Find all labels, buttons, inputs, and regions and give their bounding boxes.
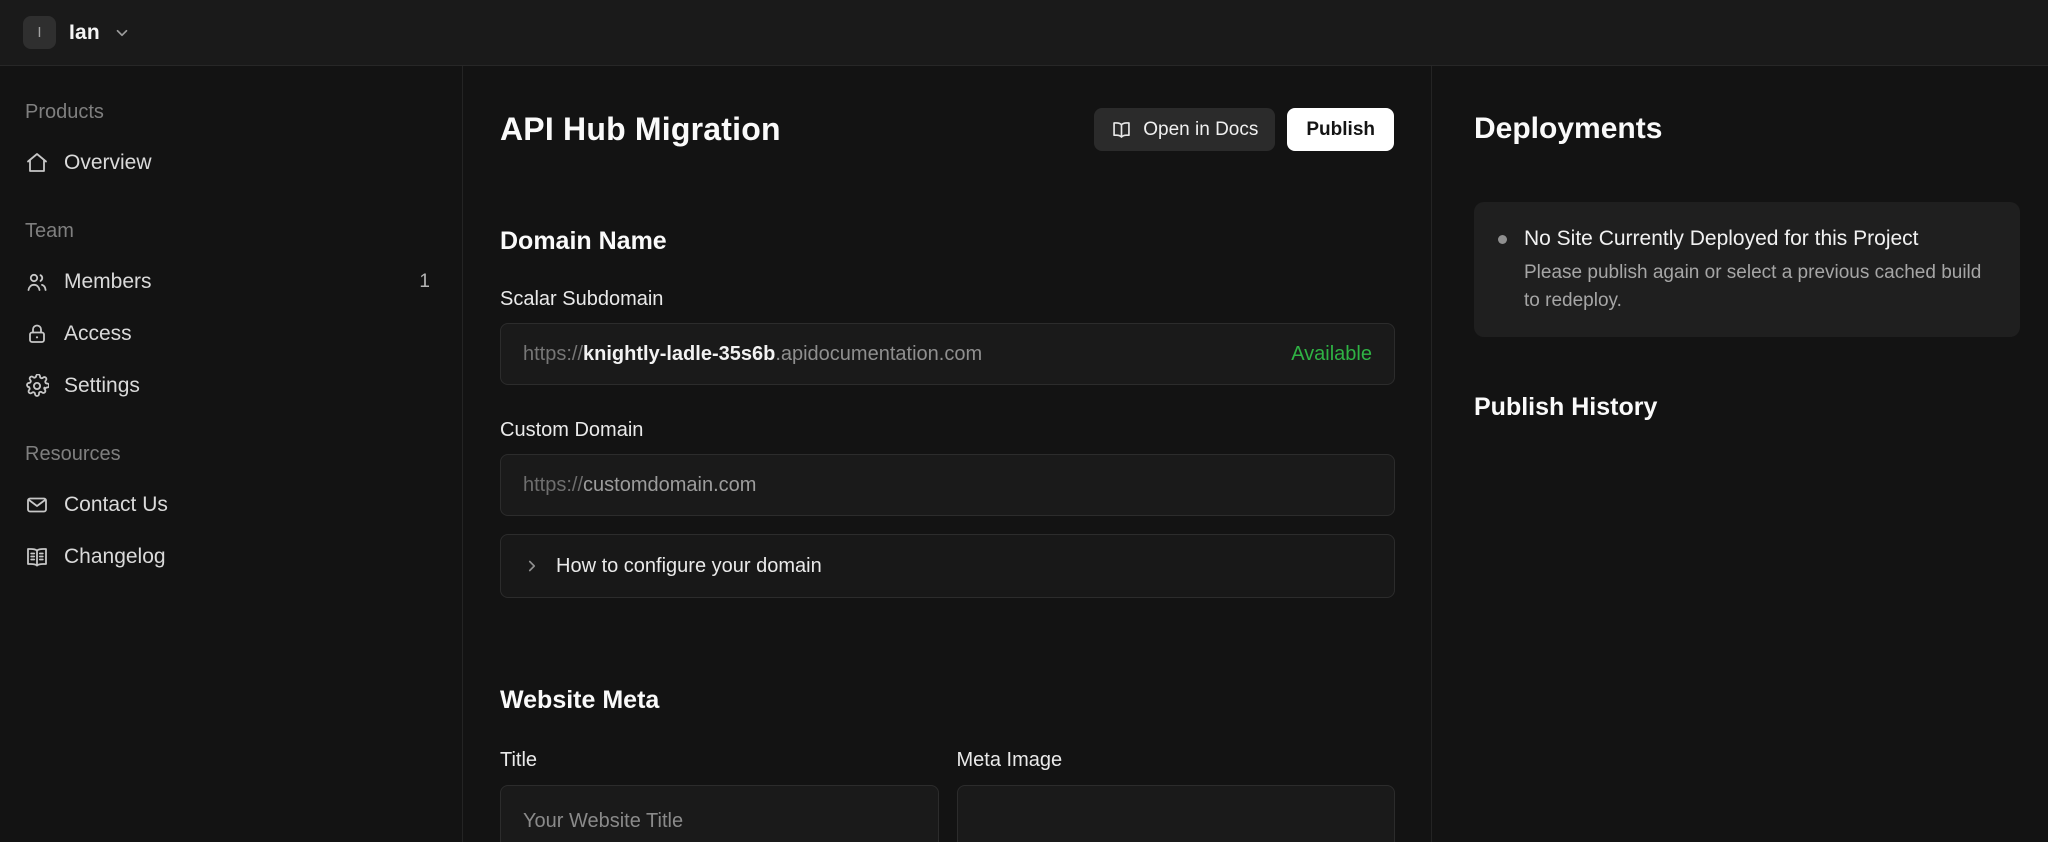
website-meta-heading: Website Meta (500, 686, 660, 714)
sidebar-section-label: Resources (25, 443, 121, 465)
subdomain-suffix: .apidocumentation.com (775, 342, 983, 365)
meta-title-label: Title (500, 749, 538, 771)
users-icon (25, 270, 49, 294)
page-title: API Hub Migration (500, 111, 781, 147)
sidebar-item-access[interactable]: Access (25, 308, 438, 360)
sidebar-item-changelog[interactable]: Changelog (25, 531, 438, 583)
scalar-subdomain-input[interactable]: https://knightly-ladle-35s6b .apidocument… (500, 323, 1395, 385)
workspace-name[interactable]: Ian (69, 21, 100, 45)
sidebar-item-label: Changelog (64, 545, 166, 568)
sidebar: Products Overview Team Members 1 Access … (0, 66, 463, 842)
website-meta-grid: Title Meta Image (500, 749, 1395, 842)
meta-image-dropzone[interactable] (956, 785, 1395, 842)
sidebar-section-label: Products (25, 101, 104, 123)
book-open-icon (1111, 119, 1132, 140)
custom-domain-placeholder-scheme: https:// (523, 473, 584, 496)
sidebar-section-team: Team Members 1 Access Settings (25, 219, 438, 412)
sidebar-item-label: Overview (64, 151, 152, 174)
main-header: API Hub Migration Open in Docs Publish (500, 108, 1394, 151)
custom-domain-label: Custom Domain (500, 419, 644, 441)
app-window: I Ian Products Overview Team Members 1 A… (0, 0, 2048, 842)
notice-description: Please publish again or select a previou… (1524, 262, 1982, 311)
changelog-book-icon (25, 545, 49, 569)
notice-title: No Site Currently Deployed for this Proj… (1524, 227, 1919, 250)
availability-status: Available (1291, 342, 1372, 365)
configure-domain-label: How to configure your domain (556, 554, 822, 577)
sidebar-section-label: Team (25, 220, 74, 242)
sidebar-section-resources: Resources Contact Us Changelog (25, 442, 438, 583)
deployments-panel: Deployments No Site Currently Deployed f… (1432, 66, 2048, 842)
open-in-docs-button[interactable]: Open in Docs (1094, 108, 1276, 151)
sidebar-item-label: Settings (64, 374, 140, 397)
notice-text: No Site Currently Deployed for this Proj… (1524, 225, 1996, 314)
scalar-subdomain-label: Scalar Subdomain (500, 288, 664, 310)
topbar: I Ian (0, 0, 2048, 66)
meta-image-label: Meta Image (956, 749, 1063, 771)
custom-domain-input[interactable]: https://customdomain.com (500, 454, 1395, 516)
sidebar-item-label: Contact Us (64, 493, 168, 516)
meta-title-cell: Title (500, 749, 939, 842)
sidebar-section-products: Products Overview (25, 100, 438, 189)
meta-image-cell: Meta Image (956, 749, 1395, 842)
website-title-input[interactable] (500, 785, 939, 842)
deployments-heading: Deployments (1474, 112, 1663, 145)
subdomain-scheme: https:// (523, 342, 584, 365)
sidebar-item-settings[interactable]: Settings (25, 360, 438, 412)
gear-icon (25, 374, 49, 398)
members-count-badge: 1 (419, 271, 430, 292)
lock-icon (25, 322, 49, 346)
chevron-down-icon[interactable] (113, 24, 131, 42)
open-in-docs-label: Open in Docs (1143, 118, 1259, 140)
deployment-notice-card: No Site Currently Deployed for this Proj… (1474, 202, 2020, 338)
custom-domain-placeholder-host: customdomain.com (583, 473, 757, 496)
workspace-avatar[interactable]: I (23, 16, 56, 49)
main-content: API Hub Migration Open in Docs Publish D… (463, 66, 1432, 842)
subdomain-value: knightly-ladle-35s6b (583, 342, 776, 365)
home-icon (25, 151, 49, 175)
domain-name-heading: Domain Name (500, 227, 667, 255)
sidebar-item-overview[interactable]: Overview (25, 137, 438, 189)
sidebar-item-contact-us[interactable]: Contact Us (25, 479, 438, 531)
chevron-right-icon (523, 557, 541, 575)
publish-history-heading: Publish History (1474, 393, 1658, 422)
sidebar-item-label: Members (64, 270, 152, 293)
status-dot-icon (1498, 235, 1507, 244)
sidebar-item-members[interactable]: Members 1 (25, 256, 438, 308)
configure-domain-disclosure[interactable]: How to configure your domain (500, 534, 1395, 598)
header-actions: Open in Docs Publish (1094, 108, 1394, 151)
publish-button[interactable]: Publish (1287, 108, 1394, 151)
sidebar-item-label: Access (64, 322, 132, 345)
mail-icon (25, 493, 49, 517)
